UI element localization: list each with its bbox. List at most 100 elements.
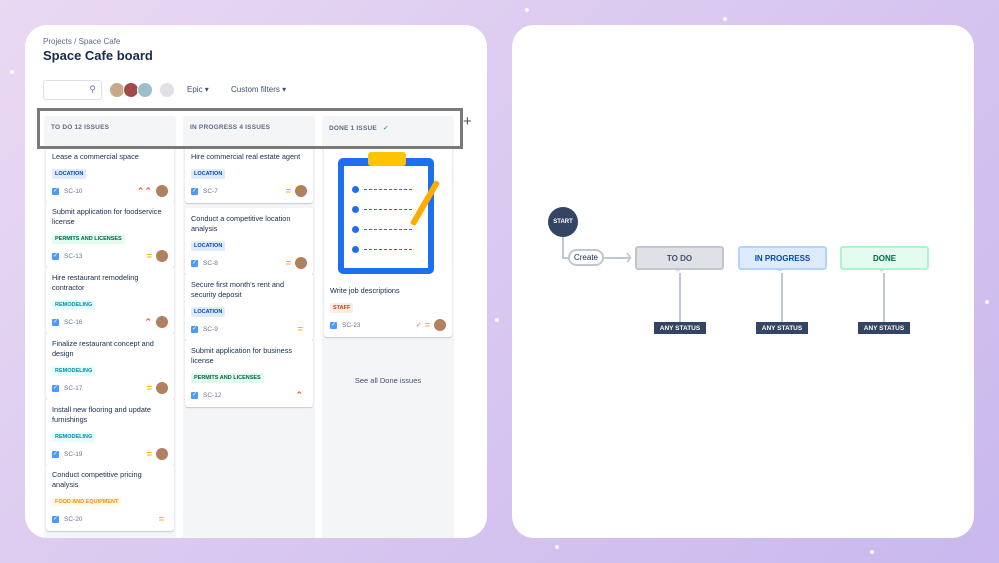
epic-label: FOOD AND EQUIPMENT (52, 497, 122, 507)
issue-key[interactable]: SC-19 (64, 451, 147, 458)
epic-label: Epic (187, 85, 203, 94)
issue-key[interactable]: SC-12 (203, 392, 295, 399)
assignee-avatar[interactable] (156, 250, 168, 262)
issue-key[interactable]: SC-7 (203, 188, 286, 195)
priority-medium-icon: = (285, 186, 291, 196)
status-done[interactable]: DONE (840, 246, 929, 270)
issue-key[interactable]: SC-9 (203, 326, 298, 333)
issue-card[interactable]: Hire restaurant remodeling contractor REM… (46, 267, 174, 334)
issue-key[interactable]: SC-20 (64, 516, 159, 523)
issue-card[interactable]: Hire commercial real estate agent LOCATIO… (185, 146, 313, 203)
task-icon: ✓ (191, 259, 198, 267)
arrow-up-icon: ⌃ (878, 268, 886, 278)
issue-key[interactable]: SC-16 (64, 319, 144, 326)
epic-label: LOCATION (191, 241, 226, 251)
issue-card[interactable]: Write job descriptions STAFF ✓ SC-23 ✓ = (324, 146, 452, 337)
issue-key[interactable]: SC-8 (203, 260, 286, 267)
task-icon: ✓ (191, 187, 198, 195)
assignee-avatar[interactable] (156, 316, 168, 328)
any-status-badge: ANY STATUS (756, 322, 808, 334)
status-in-progress[interactable]: IN PROGRESS (738, 246, 827, 270)
column-header-highlight (37, 108, 463, 149)
issue-card[interactable]: Conduct a competitive location analysis L… (185, 208, 313, 275)
epic-label: PERMITS AND LICENSES (52, 234, 125, 244)
any-status-badge: ANY STATUS (654, 322, 706, 334)
issue-title: Install new flooring and update furnishi… (52, 405, 151, 424)
column: DONE 1 ISSUE ✓ Write job descriptions STAF… (322, 116, 454, 538)
issue-card[interactable]: Submit application for foodservice licen… (46, 201, 174, 268)
breadcrumb[interactable]: Projects / Space Cafe (43, 37, 120, 46)
board-panel: Projects / Space Cafe Space Cafe board ⚲… (25, 25, 487, 538)
priority-medium-icon: = (146, 251, 152, 261)
priority-medium-icon: = (424, 320, 430, 330)
custom-filters[interactable]: Custom filters ▾ (231, 85, 286, 94)
task-icon: ✓ (191, 325, 198, 333)
custom-filters-label: Custom filters (231, 85, 280, 94)
priority-medium-icon: = (297, 324, 303, 334)
search-input[interactable]: ⚲ (43, 80, 102, 100)
task-icon: ✓ (52, 515, 59, 523)
issue-key[interactable]: SC-17 (64, 385, 147, 392)
priority-highest-icon: ⌃⌃ (136, 185, 152, 196)
priority-medium-icon: = (146, 449, 152, 459)
task-icon: ✓ (52, 384, 59, 392)
epic-label: PERMITS AND LICENSES (191, 373, 264, 383)
column: IN PROGRESS 4 ISSUES Hire commercial real… (183, 116, 315, 538)
priority-high-icon: ⌃ (295, 389, 303, 400)
assignee-avatar[interactable] (434, 319, 446, 331)
issue-title: Submit application for business license (191, 346, 292, 365)
issue-title: Secure first month's rent and security d… (191, 280, 285, 299)
start-node: START (548, 207, 578, 237)
task-icon: ✓ (52, 318, 59, 326)
assignee-avatar[interactable] (295, 185, 307, 197)
priority-medium-icon: = (158, 514, 164, 524)
issue-card[interactable]: Secure first month's rent and security d… (185, 274, 313, 341)
assignee-avatar[interactable] (156, 185, 168, 197)
priority-high-icon: ⌃ (144, 316, 152, 327)
clipboard-illustration (330, 150, 446, 280)
issue-card[interactable]: Conduct competitive pricing analysis FOOD… (46, 464, 174, 531)
issue-title: Write job descriptions (330, 286, 400, 295)
issue-key[interactable]: SC-13 (64, 253, 147, 260)
epic-label: REMODELING (52, 366, 96, 376)
status-todo[interactable]: TO DO (635, 246, 724, 270)
issue-title: Submit application for foodservice licen… (52, 207, 162, 226)
workflow-panel: START Create ❯ TO DO IN PROGRESS DONE ⌃ … (512, 25, 974, 538)
epic-label: LOCATION (191, 169, 226, 179)
add-column-button[interactable]: + (463, 113, 472, 130)
epic-label: LOCATION (191, 307, 226, 317)
column: TO DO 12 ISSUES Lease a commercial space L… (44, 116, 176, 538)
issue-card[interactable]: Finalize restaurant concept and design RE… (46, 333, 174, 400)
epic-label: STAFF (330, 303, 354, 313)
issue-key[interactable]: SC-23 (342, 322, 416, 329)
task-icon: ✓ (52, 450, 59, 458)
issue-title: Conduct competitive pricing analysis (52, 470, 142, 489)
arrow-up-icon: ⌃ (674, 268, 682, 278)
issue-title: Hire restaurant remodeling contractor (52, 273, 139, 292)
assignee-avatar[interactable] (156, 448, 168, 460)
issue-key[interactable]: SC-10 (64, 188, 137, 195)
avatar[interactable] (137, 82, 153, 98)
assignee-avatar[interactable] (156, 382, 168, 394)
check-icon: ✓ (415, 322, 422, 329)
search-icon: ⚲ (89, 84, 96, 94)
task-icon: ✓ (191, 391, 198, 399)
priority-medium-icon: = (146, 383, 152, 393)
issue-card[interactable]: Submit application for business license P… (185, 340, 313, 407)
assignee-avatar[interactable] (295, 257, 307, 269)
see-all-done-link[interactable]: See all Done issues (322, 376, 454, 385)
priority-medium-icon: = (285, 258, 291, 268)
task-icon: ✓ (52, 252, 59, 260)
issue-card[interactable]: Lease a commercial space LOCATION ✓ SC-10 ⌃⌃ (46, 146, 174, 203)
issue-title: Finalize restaurant concept and design (52, 339, 154, 358)
epic-label: REMODELING (52, 300, 96, 310)
epic-filter[interactable]: Epic ▾ (187, 85, 209, 94)
task-icon: ✓ (330, 321, 337, 329)
any-status-badge: ANY STATUS (858, 322, 910, 334)
create-transition[interactable]: Create (568, 249, 604, 266)
issue-card[interactable]: Install new flooring and update furnishi… (46, 399, 174, 466)
issue-title: Lease a commercial space (52, 152, 139, 161)
epic-label: REMODELING (52, 432, 96, 442)
issue-title: Hire commercial real estate agent (191, 152, 301, 161)
add-people-icon[interactable] (159, 82, 175, 98)
